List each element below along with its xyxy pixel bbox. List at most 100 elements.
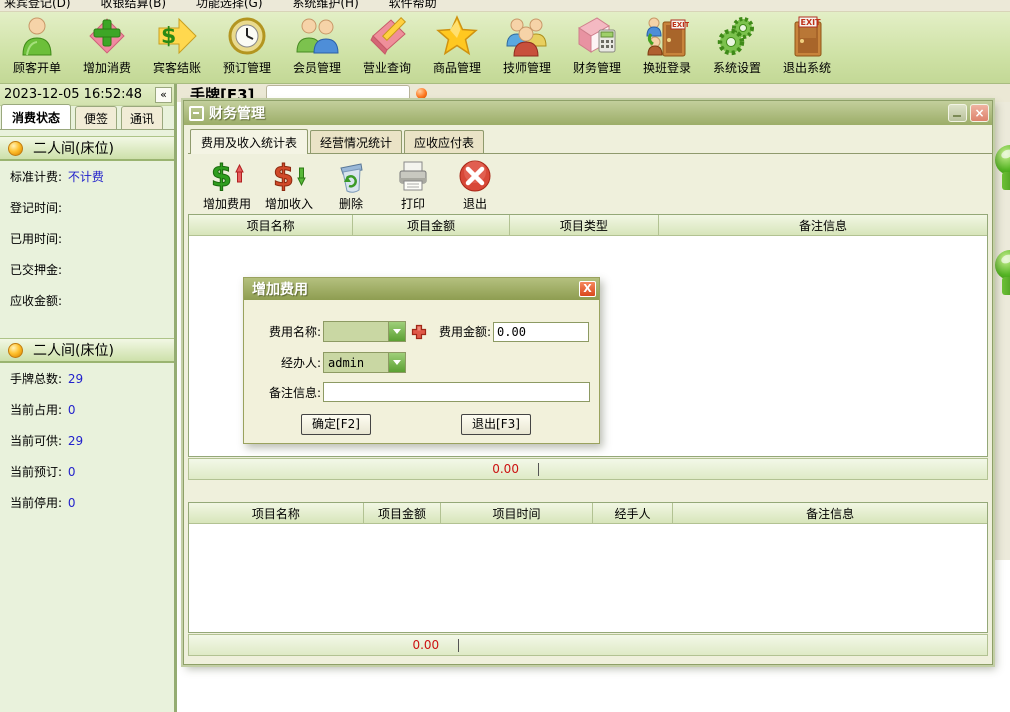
add-expense-dialog: 增加费用 X 费用名称: 费用金额: 经办人: admin bbox=[243, 277, 600, 444]
exit-dialog-button[interactable]: 退出[F3] bbox=[461, 414, 531, 435]
hand-tag-icon[interactable] bbox=[995, 145, 1010, 191]
close-circle-icon bbox=[457, 158, 493, 194]
add-expense-title: 增加费用 bbox=[252, 279, 308, 299]
tab-comms[interactable]: 通讯 bbox=[121, 106, 163, 129]
stat-row: 手牌总数: 29 bbox=[0, 363, 174, 394]
tab-expense-income-stats[interactable]: 费用及收入统计表 bbox=[190, 129, 308, 154]
plus-icon bbox=[411, 324, 427, 340]
billing-mode-value[interactable]: 不计费 bbox=[68, 170, 104, 184]
finance-dialog-toolbar: $ 增加费用 $ 增加收入 bbox=[184, 154, 992, 212]
stat-row: 当前预订: 0 bbox=[0, 456, 174, 487]
hand-tag-icon[interactable] bbox=[995, 250, 1010, 296]
menu-item-guest-register[interactable]: 来宾登记(D) bbox=[4, 0, 71, 11]
app-window: 来宾登记(D) 收银结算(B) 功能选择(G) 系统维护(H) 软件帮助 顾客开… bbox=[0, 0, 1010, 712]
info-row: 登记时间: bbox=[0, 192, 174, 223]
operator-select[interactable]: admin bbox=[323, 352, 406, 373]
gears-icon bbox=[715, 14, 759, 58]
toolbar-button-finance[interactable]: 财务管理 bbox=[562, 14, 632, 82]
column-header[interactable]: 项目类型 bbox=[510, 215, 659, 235]
column-header[interactable]: 经手人 bbox=[593, 503, 674, 523]
finance-dialog-titlebar[interactable]: 财务管理 × bbox=[184, 101, 992, 125]
members-icon bbox=[295, 14, 339, 58]
toolbar-button-open-order[interactable]: 顾客开单 bbox=[2, 14, 72, 82]
menu-bar: 来宾登记(D) 收银结算(B) 功能选择(G) 系统维护(H) 软件帮助 bbox=[0, 0, 1010, 12]
close-icon[interactable]: X bbox=[579, 281, 596, 297]
column-header[interactable]: 项目时间 bbox=[441, 503, 593, 523]
chevron-down-icon[interactable] bbox=[388, 353, 405, 372]
menu-item-functions[interactable]: 功能选择(G) bbox=[196, 0, 263, 11]
column-header[interactable]: 项目金额 bbox=[364, 503, 441, 523]
toolbar-button-reservation[interactable]: 预订管理 bbox=[212, 14, 282, 82]
tab-notes[interactable]: 便签 bbox=[75, 106, 117, 129]
staff-group-icon bbox=[505, 14, 549, 58]
close-button[interactable]: × bbox=[970, 104, 989, 122]
stat-row: 当前占用: 0 bbox=[0, 394, 174, 425]
column-header[interactable]: 项目名称 bbox=[189, 503, 364, 523]
print-button[interactable]: 打印 bbox=[382, 158, 444, 212]
toolbar-button-add-consume[interactable]: 增加消费 bbox=[72, 14, 142, 82]
operator-label: 经办人: bbox=[253, 354, 321, 371]
add-income-button[interactable]: $ 增加收入 bbox=[258, 158, 320, 212]
info-row: 已用时间: bbox=[0, 223, 174, 254]
menu-item-system-maintain[interactable]: 系统维护(H) bbox=[292, 0, 358, 11]
clock-icon bbox=[225, 14, 269, 58]
dollar-up-icon: $ bbox=[209, 158, 245, 194]
stat-row: 当前可供: 29 bbox=[0, 425, 174, 456]
status-ball-icon bbox=[8, 141, 23, 156]
toolbar-button-exit-system[interactable]: EXIT 退出系统 bbox=[772, 14, 842, 82]
sidebar-collapse-button[interactable]: « bbox=[155, 87, 172, 103]
add-expense-button[interactable]: $ 增加费用 bbox=[196, 158, 258, 212]
column-header[interactable]: 备注信息 bbox=[673, 503, 987, 523]
datetime-text: 2023-12-05 16:52:48 bbox=[4, 87, 142, 102]
notebook-pencil-icon bbox=[365, 14, 409, 58]
toolbar-button-technicians[interactable]: 技师管理 bbox=[492, 14, 562, 82]
svg-text:EXIT: EXIT bbox=[672, 21, 689, 29]
info-row: 已交押金: bbox=[0, 254, 174, 285]
column-header[interactable]: 项目金额 bbox=[353, 215, 509, 235]
svg-text:$: $ bbox=[161, 24, 176, 49]
toolbar-button-products[interactable]: 商品管理 bbox=[422, 14, 492, 82]
add-expense-type-button[interactable] bbox=[411, 324, 427, 340]
expense-name-select[interactable] bbox=[323, 321, 406, 342]
text-caret bbox=[538, 463, 539, 476]
toolbar-button-members[interactable]: 会员管理 bbox=[282, 14, 352, 82]
toolbar-button-shift-login[interactable]: EXIT 换班登录 bbox=[632, 14, 702, 82]
expense-total-amount: 0.00 bbox=[492, 462, 519, 476]
toolbar-button-settings[interactable]: 系统设置 bbox=[702, 14, 772, 82]
confirm-button[interactable]: 确定[F2] bbox=[301, 414, 371, 435]
remark-input[interactable] bbox=[323, 382, 590, 402]
tab-operation-stats[interactable]: 经营情况统计 bbox=[310, 130, 402, 153]
income-total-bar: 0.00 bbox=[188, 634, 988, 656]
menu-item-help[interactable]: 软件帮助 bbox=[389, 0, 437, 11]
expense-amount-input[interactable] bbox=[493, 322, 589, 342]
expense-total-bar: 0.00 bbox=[188, 458, 988, 480]
status-ball-icon bbox=[8, 343, 23, 358]
svg-text:$: $ bbox=[211, 159, 232, 194]
income-total-amount: 0.00 bbox=[412, 638, 439, 652]
expense-amount-label: 费用金额: bbox=[439, 323, 491, 340]
add-expense-titlebar[interactable]: 增加费用 X bbox=[244, 278, 599, 300]
menu-item-cashier[interactable]: 收银结算(B) bbox=[100, 0, 166, 11]
text-caret bbox=[458, 639, 459, 652]
room-stats-section-header: 二人间(床位) bbox=[0, 338, 174, 363]
delete-button[interactable]: 删除 bbox=[320, 158, 382, 212]
column-header[interactable]: 项目名称 bbox=[189, 215, 353, 235]
column-header[interactable]: 备注信息 bbox=[659, 215, 987, 235]
room-status-section-header: 二人间(床位) bbox=[0, 136, 174, 161]
finance-folder-icon bbox=[575, 14, 619, 58]
customer-icon bbox=[15, 14, 59, 58]
toolbar-button-business-query[interactable]: 营业查询 bbox=[352, 14, 422, 82]
main-toolbar: 顾客开单 增加消费 $ 宾客结账 预订管理 bbox=[0, 12, 1010, 84]
finance-dialog-tabs: 费用及收入统计表 经营情况统计 应收应付表 bbox=[188, 130, 992, 154]
chevron-down-icon[interactable] bbox=[388, 322, 405, 341]
minimize-button[interactable] bbox=[948, 104, 967, 122]
income-table-body[interactable] bbox=[189, 523, 987, 632]
expense-name-label: 费用名称: bbox=[253, 323, 321, 340]
income-table: 项目名称 项目金额 项目时间 经手人 备注信息 bbox=[188, 502, 988, 633]
trash-icon bbox=[333, 158, 369, 194]
dollar-down-icon: $ bbox=[271, 158, 307, 194]
tab-consume-status[interactable]: 消费状态 bbox=[1, 104, 71, 129]
exit-button[interactable]: 退出 bbox=[444, 158, 506, 212]
toolbar-button-checkout[interactable]: $ 宾客结账 bbox=[142, 14, 212, 82]
tab-receivable-payable[interactable]: 应收应付表 bbox=[404, 130, 484, 153]
